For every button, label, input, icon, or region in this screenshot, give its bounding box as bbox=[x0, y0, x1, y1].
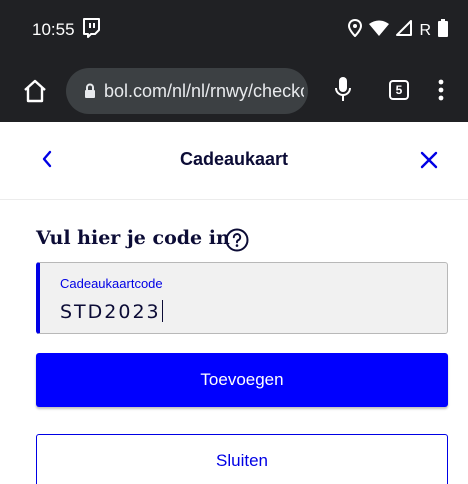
code-input-value[interactable]: STD2023 bbox=[60, 300, 163, 323]
microphone-icon[interactable] bbox=[334, 76, 352, 109]
code-field-label: Cadeaukaartcode bbox=[60, 276, 163, 291]
page-title: Cadeaukaart bbox=[179, 149, 289, 169]
overflow-menu-icon[interactable] bbox=[438, 78, 444, 107]
tab-switcher-button[interactable]: 5 bbox=[389, 80, 409, 100]
close-button[interactable]: Sluiten bbox=[36, 434, 448, 484]
signal-icon bbox=[396, 20, 413, 41]
lock-icon bbox=[84, 83, 96, 104]
wifi-icon bbox=[369, 20, 390, 41]
status-time: 10:55 bbox=[32, 20, 75, 39]
url-text: bol.com/nl/nl/rnwy/checkout bbox=[104, 81, 304, 101]
home-icon[interactable] bbox=[22, 78, 50, 104]
status-bar: 10:55 R bbox=[0, 0, 468, 58]
help-icon[interactable] bbox=[225, 228, 249, 257]
add-button[interactable]: Toevoegen bbox=[36, 353, 448, 407]
address-bar[interactable]: bol.com/nl/nl/rnwy/checkout bbox=[66, 68, 308, 114]
browser-toolbar: bol.com/nl/nl/rnwy/checkout 5 bbox=[0, 58, 468, 122]
battery-icon bbox=[438, 19, 448, 42]
location-icon bbox=[348, 18, 363, 42]
page-header: Cadeaukaart bbox=[0, 122, 468, 200]
code-heading: Vul hier je code in bbox=[36, 227, 230, 249]
text-caret bbox=[161, 300, 163, 322]
status-indicators: R bbox=[348, 18, 448, 42]
close-icon[interactable] bbox=[418, 149, 440, 176]
network-type-label: R bbox=[419, 21, 431, 39]
twitch-icon bbox=[82, 18, 100, 43]
gift-card-code-field[interactable]: Cadeaukaartcode STD2023 bbox=[36, 262, 448, 334]
